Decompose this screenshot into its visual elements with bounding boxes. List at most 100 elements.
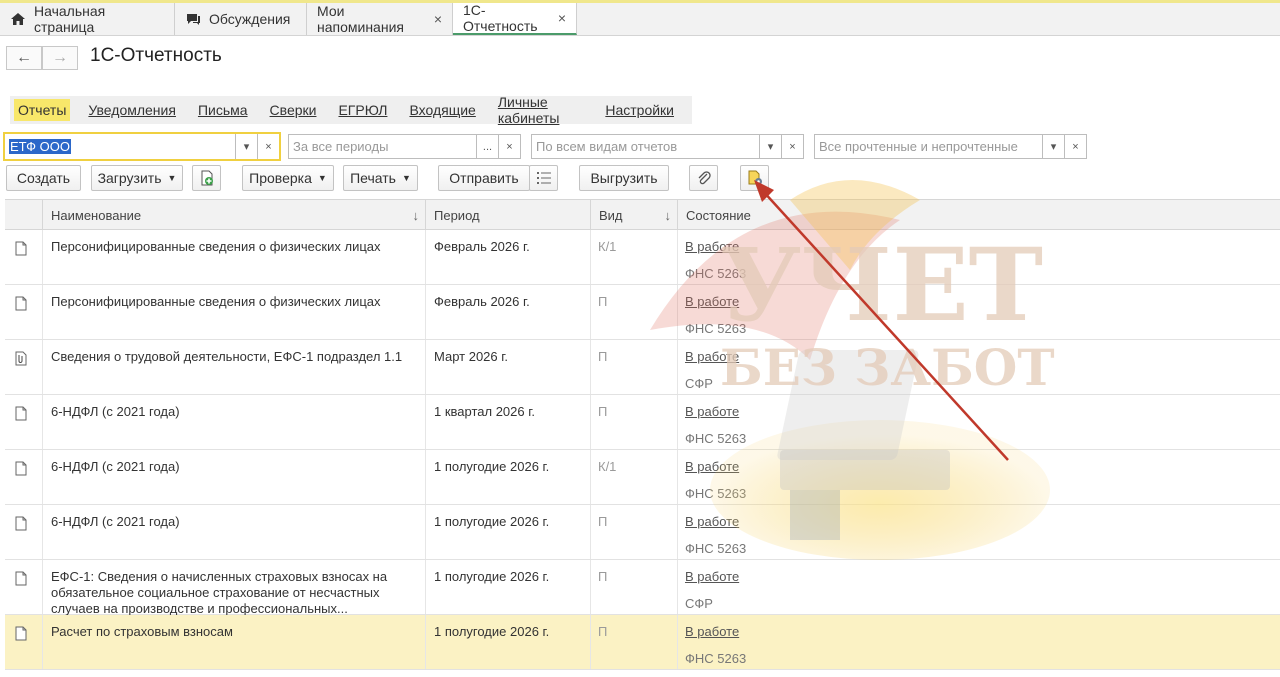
report-kind: К/1 (598, 239, 617, 254)
report-kind: П (598, 514, 608, 529)
report-status-link[interactable]: В работе (685, 459, 739, 475)
table-row[interactable]: 6-НДФЛ (с 2021 года) 1 полугодие 2026 г. К… (5, 450, 1280, 505)
load-button[interactable]: Загрузить ▼ (91, 165, 183, 191)
report-name: Персонифицированные сведения о физически… (51, 239, 381, 254)
report-period: Февраль 2026 г. (434, 294, 530, 309)
table-row[interactable]: Расчет по страховым взносам 1 полугодие 2… (5, 615, 1280, 670)
report-period: 1 полугодие 2026 г. (434, 459, 550, 474)
read-status-filter[interactable]: Все прочтенные и непрочтенные ▾ × (814, 134, 1087, 159)
document-icon (15, 516, 27, 534)
export-label: Выгрузить (590, 170, 658, 186)
menu-item-incoming[interactable]: Входящие (405, 99, 479, 121)
organization-value[interactable]: ЕТФ ООО (9, 139, 72, 154)
clear-icon[interactable]: × (781, 135, 803, 158)
report-kind: К/1 (598, 459, 617, 474)
load-label: Загрузить (97, 170, 162, 186)
document-icon (15, 406, 27, 424)
home-icon (10, 12, 26, 26)
report-recipient: ФНС 5263 (685, 321, 747, 336)
create-button[interactable]: Создать (6, 165, 81, 191)
attachments-button[interactable] (689, 165, 718, 191)
tab-label: Обсуждения (209, 11, 291, 27)
report-name: Сведения о трудовой деятельности, ЕФС-1 … (51, 349, 403, 364)
table-row[interactable]: Сведения о трудовой деятельности, ЕФС-1 … (5, 340, 1280, 395)
document-icon (15, 461, 27, 479)
table-row[interactable]: Персонифицированные сведения о физически… (5, 285, 1280, 340)
tab-reminders[interactable]: Мои напоминания × (307, 3, 453, 35)
menu-item-reconciliations[interactable]: Сверки (266, 99, 321, 121)
table-header: Наименование ↓ Период Вид ↓ Состояние (5, 199, 1280, 230)
send-list-button[interactable] (529, 165, 558, 191)
read-status-input[interactable]: Все прочтенные и непрочтенные (815, 139, 1042, 154)
report-name: ЕФС-1: Сведения о начисленных страховых … (51, 569, 388, 616)
forward-button[interactable]: → (42, 46, 78, 70)
report-period: Март 2026 г. (434, 349, 509, 364)
report-status-link[interactable]: В работе (685, 294, 739, 310)
menu-item-settings[interactable]: Настройки (601, 99, 678, 121)
tab-label: 1С-Отчетность (463, 2, 538, 34)
period-input[interactable]: За все периоды (289, 139, 476, 154)
report-status-link[interactable]: В работе (685, 514, 739, 530)
report-recipient: ФНС 5263 (685, 431, 747, 446)
report-status-link[interactable]: В работе (685, 569, 739, 585)
document-add-icon (201, 170, 213, 186)
tab-discussions[interactable]: Обсуждения (175, 3, 307, 35)
dropdown-arrow-icon[interactable]: ▾ (1042, 135, 1064, 158)
column-header-period[interactable]: Период (425, 200, 590, 230)
table-row[interactable]: 6-НДФЛ (с 2021 года) 1 квартал 2026 г. П В … (5, 395, 1280, 450)
print-button[interactable]: Печать ▼ (343, 165, 418, 191)
column-header-name[interactable]: Наименование ↓ (42, 200, 425, 230)
send-label: Отправить (449, 170, 519, 186)
report-name: 6-НДФЛ (с 2021 года) (51, 514, 180, 529)
paperclip-icon (698, 171, 711, 185)
report-period: 1 квартал 2026 г. (434, 404, 535, 419)
check-button[interactable]: Проверка ▼ (242, 165, 334, 191)
menu-item-letters[interactable]: Письма (194, 99, 252, 121)
report-recipient: СФР (685, 376, 713, 391)
tab-reporting[interactable]: 1С-Отчетность × (453, 2, 577, 35)
table-row[interactable]: Персонифицированные сведения о физически… (5, 230, 1280, 285)
menu-item-egrul[interactable]: ЕГРЮЛ (334, 99, 391, 121)
menu-item-notifications[interactable]: Уведомления (84, 99, 180, 121)
section-menu: Отчеты Уведомления Письма Сверки ЕГРЮЛ В… (10, 94, 692, 126)
menu-item-cabinets[interactable]: Личные кабинеты (494, 91, 588, 129)
report-kind-input[interactable]: По всем видам отчетов (532, 139, 759, 154)
page-title: 1С-Отчетность (90, 45, 222, 66)
back-button[interactable]: ← (6, 46, 42, 70)
tab-home[interactable]: Начальная страница (0, 3, 175, 35)
report-kind: П (598, 569, 608, 584)
dropdown-arrow-icon[interactable]: ▾ (759, 135, 781, 158)
report-period: 1 полугодие 2026 г. (434, 569, 550, 584)
table-body: Персонифицированные сведения о физически… (5, 230, 1280, 670)
table-row[interactable]: ЕФС-1: Сведения о начисленных страховых … (5, 560, 1280, 616)
report-status-link[interactable]: В работе (685, 349, 739, 365)
document-icon (15, 241, 27, 259)
period-filter[interactable]: За все периоды ... × (288, 134, 521, 159)
report-recipient: СФР (685, 596, 713, 611)
list-icon (536, 172, 551, 184)
close-icon[interactable]: × (558, 10, 566, 26)
clear-icon[interactable]: × (1064, 135, 1086, 158)
select-period-icon[interactable]: ... (476, 135, 498, 158)
column-header-kind[interactable]: Вид ↓ (590, 200, 677, 230)
report-name: 6-НДФЛ (с 2021 года) (51, 459, 180, 474)
report-status-link[interactable]: В работе (685, 404, 739, 420)
report-kind-filter[interactable]: По всем видам отчетов ▾ × (531, 134, 804, 159)
close-icon[interactable]: × (434, 11, 442, 27)
column-label: Период (434, 207, 480, 223)
clear-icon[interactable]: × (498, 135, 520, 158)
menu-item-reports[interactable]: Отчеты (14, 99, 71, 121)
dropdown-arrow-icon[interactable]: ▾ (235, 134, 257, 159)
tab-label: Начальная страница (34, 3, 106, 35)
report-status-link[interactable]: В работе (685, 239, 739, 255)
table-row[interactable]: 6-НДФЛ (с 2021 года) 1 полугодие 2026 г. П… (5, 505, 1280, 560)
new-from-file-button[interactable] (192, 165, 221, 191)
organization-filter[interactable]: ЕТФ ООО ▾ × (3, 132, 281, 161)
document-icon (15, 571, 27, 589)
export-button[interactable]: Выгрузить (579, 165, 669, 191)
clear-icon[interactable]: × (257, 134, 279, 159)
report-status-link[interactable]: В работе (685, 624, 739, 640)
tab-bar: Начальная страница Обсуждения Мои напоми… (0, 0, 1280, 36)
check-label: Проверка (249, 170, 312, 186)
send-button[interactable]: Отправить (438, 165, 530, 191)
